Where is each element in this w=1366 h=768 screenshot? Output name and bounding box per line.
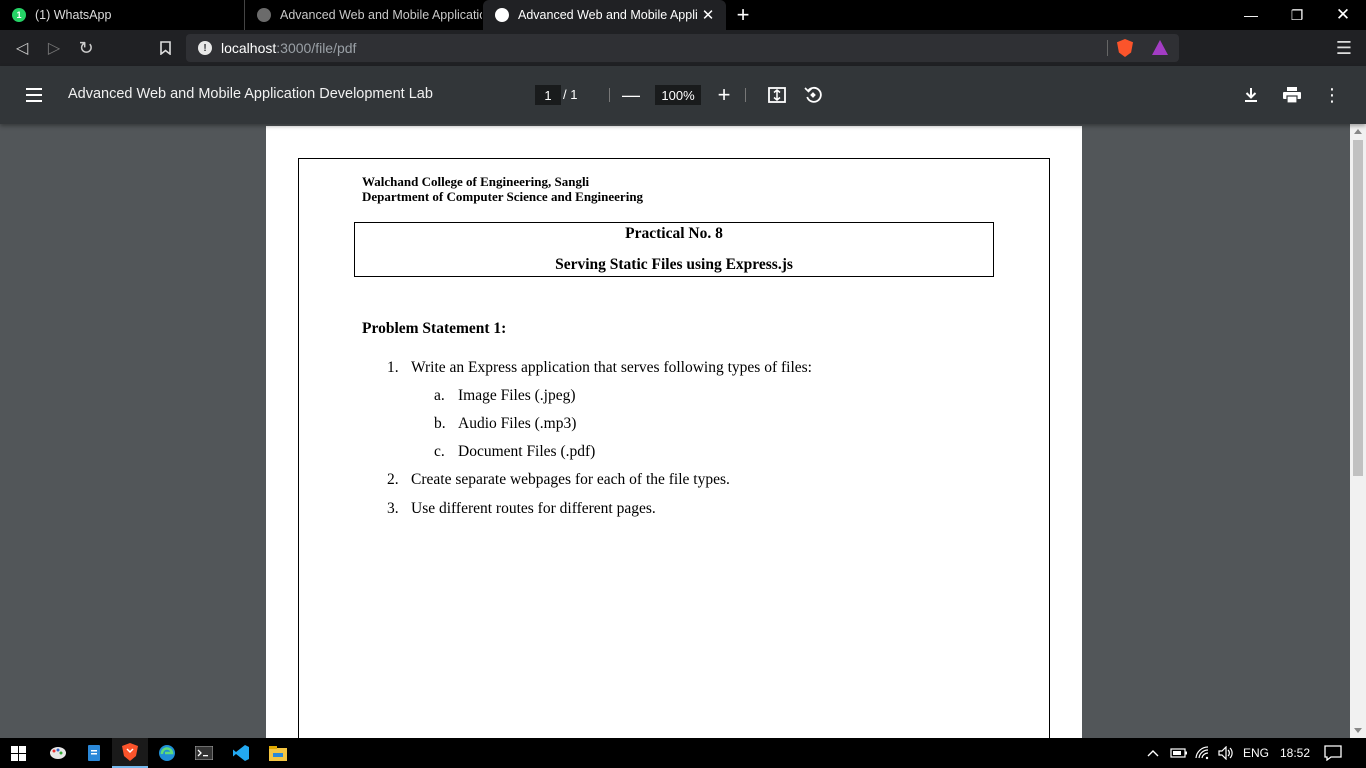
brave-shield-icon[interactable] (1117, 39, 1133, 57)
tab-pdf-active[interactable]: Advanced Web and Mobile Applic ✕ (483, 0, 726, 30)
minimize-icon[interactable]: — (1228, 0, 1274, 30)
zoom-in-icon[interactable]: + (710, 81, 738, 109)
globe-icon (495, 8, 509, 22)
list-number: 2. (387, 471, 399, 488)
tab-strip: 1 (1) WhatsApp Advanced Web and Mobile A… (0, 0, 1366, 30)
divider (1107, 40, 1108, 56)
zoom-input[interactable]: 100% (655, 85, 701, 105)
list-item: 2. Create separate webpages for each of … (387, 471, 730, 489)
practical-title-box: Practical No. 8 Serving Static Files usi… (354, 222, 994, 277)
college-name: Walchand College of Engineering, Sangli (362, 174, 590, 189)
list-number: 3. (387, 500, 399, 517)
navigation-bar: ◁ ▷ ↻ ! localhost:3000/file/pdf ☰ (0, 30, 1366, 66)
list-item: 1. Write an Express application that ser… (387, 359, 812, 377)
rotate-icon[interactable] (799, 81, 827, 109)
restore-icon[interactable]: ❐ (1274, 0, 1320, 30)
pdf-viewer[interactable]: Walchand College of Engineering, Sangli … (0, 124, 1366, 738)
tab-title: Advanced Web and Mobile Applicatio (280, 8, 482, 22)
more-options-icon[interactable]: ⋮ (1318, 81, 1346, 109)
zoom-out-icon[interactable]: — (617, 81, 645, 109)
college-header: Walchand College of Engineering, Sangli … (362, 174, 643, 204)
back-icon[interactable]: ◁ (8, 34, 36, 62)
practical-title: Serving Static Files using Express.js (555, 256, 793, 273)
taskbar-app-explorer[interactable] (260, 738, 296, 768)
tab-title: Advanced Web and Mobile Applic (518, 8, 698, 22)
page-total: / 1 (563, 87, 578, 102)
tab-whatsapp[interactable]: 1 (1) WhatsApp (0, 0, 244, 30)
list-item: b. Audio Files (.mp3) (434, 415, 576, 433)
scroll-down-icon[interactable] (1354, 728, 1362, 733)
volume-icon[interactable] (1218, 738, 1234, 768)
divider (745, 88, 746, 102)
url-host: localhost (221, 40, 277, 56)
taskbar-app-paint[interactable] (40, 738, 76, 768)
reload-icon[interactable]: ↻ (72, 34, 100, 62)
address-bar[interactable]: ! localhost:3000/file/pdf (186, 34, 1179, 62)
taskbar-app-edge[interactable] (149, 738, 185, 768)
windows-icon (10, 745, 26, 761)
tab-title: (1) WhatsApp (35, 8, 112, 22)
pdf-page: Walchand College of Engineering, Sangli … (266, 126, 1082, 738)
new-tab-button[interactable]: + (730, 2, 756, 28)
list-text: Image Files (.jpeg) (458, 387, 576, 404)
whatsapp-icon: 1 (12, 8, 26, 22)
scrollbar[interactable] (1350, 124, 1366, 738)
taskbar-app-terminal[interactable] (186, 738, 222, 768)
battery-icon[interactable] (1170, 738, 1188, 768)
notifications-icon[interactable] (1324, 738, 1342, 768)
list-item: a. Image Files (.jpeg) (434, 387, 576, 405)
list-number: 1. (387, 359, 399, 376)
scroll-thumb[interactable] (1353, 140, 1363, 476)
pdf-toolbar: Advanced Web and Mobile Application Deve… (0, 66, 1366, 124)
taskbar: ENG 18:52 (0, 738, 1366, 768)
info-icon[interactable]: ! (198, 41, 212, 55)
url-path: :3000/file/pdf (276, 40, 357, 56)
taskbar-app-files[interactable] (76, 738, 112, 768)
list-number: c. (434, 443, 445, 460)
close-tab-icon[interactable]: ✕ (698, 5, 718, 25)
list-item: c. Document Files (.pdf) (434, 443, 595, 461)
show-hidden-icons[interactable] (1146, 738, 1160, 768)
fit-to-page-icon[interactable] (763, 81, 791, 109)
taskbar-app-vscode[interactable] (223, 738, 259, 768)
department-name: Department of Computer Science and Engin… (362, 189, 644, 204)
clock[interactable]: 18:52 (1280, 738, 1310, 768)
list-text: Create separate webpages for each of the… (411, 471, 730, 488)
language-indicator[interactable]: ENG (1243, 738, 1269, 768)
print-icon[interactable] (1278, 81, 1306, 109)
close-window-icon[interactable]: ✕ (1320, 0, 1366, 30)
start-button[interactable] (0, 738, 36, 768)
scroll-up-icon[interactable] (1354, 129, 1362, 134)
bookmark-icon[interactable] (151, 34, 179, 62)
taskbar-app-brave[interactable] (112, 738, 148, 768)
pdf-title: Advanced Web and Mobile Application Deve… (68, 86, 433, 102)
brave-rewards-icon[interactable] (1152, 40, 1168, 55)
list-text: Document Files (.pdf) (458, 443, 596, 460)
list-number: b. (434, 415, 446, 432)
list-text: Write an Express application that serves… (411, 359, 812, 376)
sidebar-menu-icon[interactable] (20, 81, 48, 109)
problem-heading: Problem Statement 1: (362, 320, 507, 337)
page-number-input[interactable]: 1 (535, 85, 561, 105)
list-item: 3. Use different routes for different pa… (387, 500, 656, 518)
practical-number: Practical No. 8 (625, 225, 723, 242)
tab-pdf-background[interactable]: Advanced Web and Mobile Applicatio (244, 0, 482, 30)
list-number: a. (434, 387, 445, 404)
forward-icon[interactable]: ▷ (40, 34, 68, 62)
browser-menu-icon[interactable]: ☰ (1330, 34, 1358, 62)
globe-icon (257, 8, 271, 22)
download-icon[interactable] (1237, 81, 1265, 109)
list-text: Use different routes for different pages… (411, 500, 656, 517)
divider (609, 88, 610, 102)
wifi-icon[interactable] (1195, 738, 1211, 768)
list-text: Audio Files (.mp3) (458, 415, 577, 432)
